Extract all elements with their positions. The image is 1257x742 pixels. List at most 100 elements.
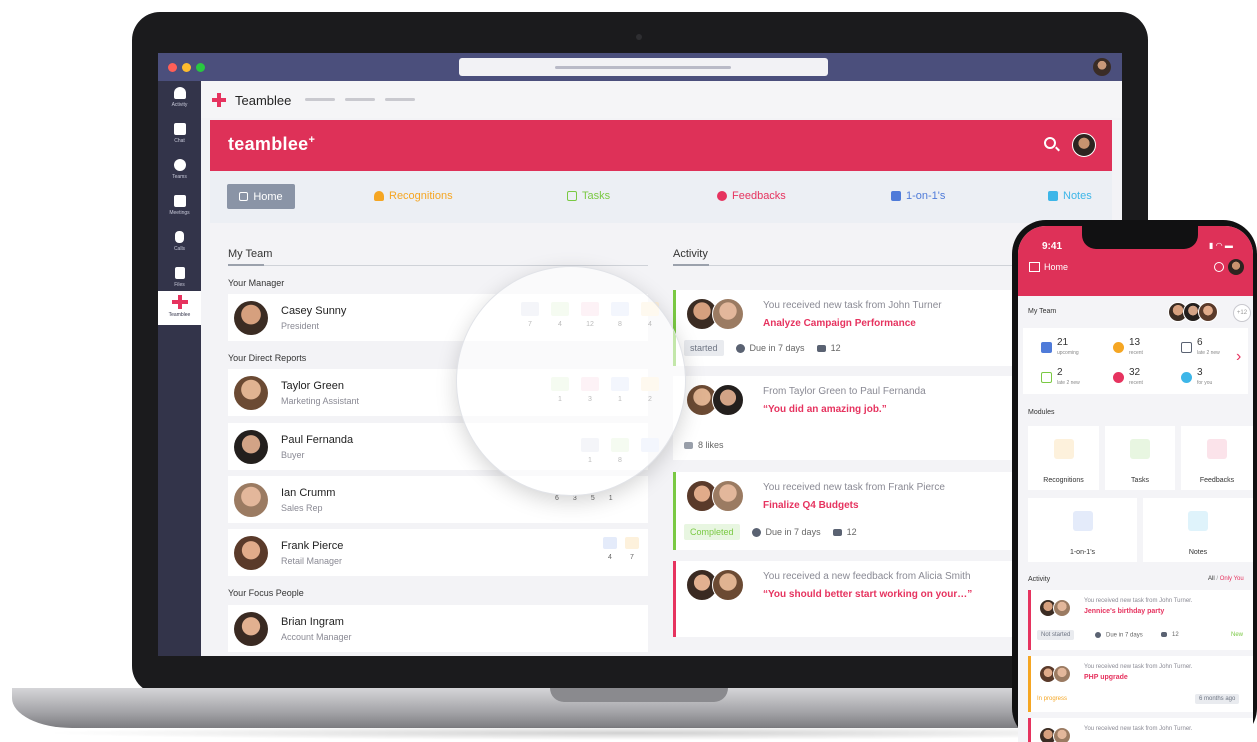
focus-people-heading: Your Focus People xyxy=(228,588,304,598)
feedback-icon xyxy=(1207,439,1227,459)
minimize-window-button[interactable] xyxy=(182,63,191,72)
clock-icon xyxy=(751,528,761,538)
module-feedbacks[interactable]: Feedbacks xyxy=(1181,426,1253,490)
filter-only-you[interactable]: Only You xyxy=(1220,576,1244,582)
like-count[interactable]: 8 likes xyxy=(684,440,724,450)
member-name: Brian Ingram xyxy=(281,616,344,628)
stat-recognitions[interactable]: 7 xyxy=(623,537,641,561)
signal-wifi-battery-icon: ▮ ◠ ▬ xyxy=(1209,241,1233,250)
stat-tips[interactable]: 3 for you xyxy=(1171,364,1241,392)
user-avatar[interactable] xyxy=(1093,58,1111,76)
rail-item-chat[interactable]: Chat xyxy=(158,119,201,153)
team-member-card[interactable]: Frank Pierce Retail Manager 4 7 xyxy=(228,529,648,576)
module-one-on-ones[interactable]: 1-on-1's xyxy=(1028,498,1137,562)
window-titlebar xyxy=(158,53,1122,81)
activity-title-text: Jennice's birthday party xyxy=(1084,608,1165,615)
checkbox-icon xyxy=(567,191,577,201)
search-icon[interactable] xyxy=(1044,137,1056,149)
search-bar[interactable] xyxy=(459,58,828,76)
chevron-right-icon[interactable]: › xyxy=(1236,348,1241,366)
comment-count[interactable]: 12 xyxy=(816,343,841,353)
activity-header: You received new task from John Turner xyxy=(763,300,942,311)
rail-label: Files xyxy=(174,282,185,288)
stat-feedbacks[interactable]: 32 recent xyxy=(1103,364,1173,392)
nav-home[interactable]: Home xyxy=(227,184,295,209)
stat-recognitions[interactable]: 13 recent xyxy=(1103,334,1173,362)
thumbs-up-icon xyxy=(684,442,693,450)
team-more-badge[interactable]: +12 xyxy=(1233,304,1251,322)
stat-label: late 2 new xyxy=(1197,350,1220,356)
stat-label: late 2 new xyxy=(1057,380,1080,386)
brand-wordmark: teamblee xyxy=(228,134,309,154)
comment-count[interactable]: 12 xyxy=(832,527,857,537)
rail-item-calls[interactable]: Calls xyxy=(158,227,201,261)
calendar-icon xyxy=(603,537,617,549)
rail-item-teams[interactable]: Teams xyxy=(158,155,201,189)
stat-one-on-ones[interactable]: 4 xyxy=(601,537,619,561)
close-window-button[interactable] xyxy=(168,63,177,72)
member-name: Ian Crumm xyxy=(281,487,336,499)
activity-meta: 8 likes xyxy=(684,440,724,450)
rail-item-activity[interactable]: Activity xyxy=(158,83,201,117)
nav-notes[interactable]: Notes xyxy=(1048,190,1092,202)
due-date-text: Due in 7 days xyxy=(765,526,821,537)
rail-item-meetings[interactable]: Meetings xyxy=(158,191,201,225)
phone-notch xyxy=(1082,226,1198,249)
activity-card[interactable]: From Taylor Green to Paul Fernanda “You … xyxy=(673,376,1060,460)
activity-filter[interactable]: All / Only You xyxy=(1208,576,1244,582)
phone-icon xyxy=(175,231,184,243)
comment-icon xyxy=(816,345,826,353)
team-member-card[interactable]: Brian Ingram Account Manager xyxy=(228,605,648,652)
filter-all[interactable]: All xyxy=(1208,576,1215,582)
activity-card[interactable]: You received new task from Frank Pierce … xyxy=(673,472,1060,550)
profile-avatar[interactable] xyxy=(1228,259,1244,275)
module-label: Feedbacks xyxy=(1199,477,1235,484)
nav-one-on-ones[interactable]: 1-on-1's xyxy=(891,190,945,202)
status-time: 9:41 xyxy=(1042,241,1063,252)
header-tab-placeholder[interactable] xyxy=(345,98,375,101)
stat-label: upcoming xyxy=(1057,350,1079,356)
activity-header: From Taylor Green to Paul Fernanda xyxy=(763,386,926,397)
rail-item-teamblee[interactable]: Teamblee xyxy=(158,291,201,325)
nav-feedbacks-label: Feedbacks xyxy=(732,190,786,202)
phone-activity-card[interactable]: You received new task from John Turner. … xyxy=(1028,656,1253,712)
activity-header: You received new task from John Turner. xyxy=(1084,664,1193,670)
clock-icon xyxy=(735,344,745,354)
avatar xyxy=(234,483,268,517)
home-icon[interactable] xyxy=(1029,262,1040,272)
phone-activity-card[interactable]: You received new task from John Turner. … xyxy=(1028,590,1253,650)
nav-home-label: Home xyxy=(253,190,283,203)
home-icon xyxy=(239,192,249,201)
header-tab-placeholder[interactable] xyxy=(305,98,335,101)
nav-feedbacks[interactable]: Feedbacks xyxy=(717,190,786,202)
activity-card[interactable]: You received a new feedback from Alicia … xyxy=(673,561,1060,637)
nav-recognitions[interactable]: Recognitions xyxy=(374,190,453,202)
maximize-window-button[interactable] xyxy=(196,63,205,72)
stat-count: 3 xyxy=(572,495,577,502)
phone-activity-card[interactable]: You received new task from John Turner. xyxy=(1028,718,1253,742)
nav-tasks[interactable]: Tasks xyxy=(567,190,610,202)
module-notes[interactable]: Notes xyxy=(1143,498,1253,562)
stat-label: recent xyxy=(1129,380,1143,386)
profile-avatar[interactable] xyxy=(1072,133,1096,157)
phone-header-title: Home xyxy=(1044,262,1069,272)
member-role: President xyxy=(281,321,320,331)
search-icon[interactable] xyxy=(1214,262,1224,272)
note-icon xyxy=(1188,511,1208,531)
section-divider xyxy=(228,265,648,266)
section-underline xyxy=(228,264,264,266)
team-avatars[interactable] xyxy=(1168,302,1218,322)
header-tab-placeholder[interactable] xyxy=(385,98,415,101)
comment-count[interactable]: 12 xyxy=(1157,630,1183,640)
activity-card[interactable]: You received new task from John Turner A… xyxy=(673,290,1060,366)
stat-upcoming[interactable]: 21 upcoming xyxy=(1031,334,1101,362)
stat-tasks-late[interactable]: 2 late 2 new xyxy=(1031,364,1101,392)
modules-title: Modules xyxy=(1028,409,1055,416)
avatar xyxy=(234,376,268,410)
module-recognitions[interactable]: Recognitions xyxy=(1028,426,1099,490)
module-label: Recognitions xyxy=(1043,477,1084,484)
search-placeholder-line xyxy=(555,66,731,69)
module-tasks[interactable]: Tasks xyxy=(1105,426,1175,490)
feedback-icon xyxy=(717,191,727,201)
stat-tasks[interactable]: 6 late 2 new xyxy=(1171,334,1241,362)
